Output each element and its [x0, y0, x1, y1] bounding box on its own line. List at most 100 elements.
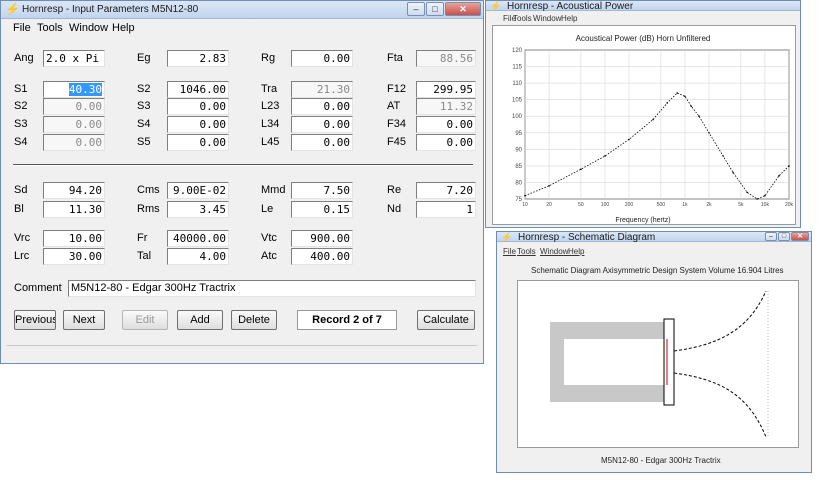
param-field[interactable]: 0.00 — [167, 98, 229, 115]
param-field[interactable]: 0.00 — [291, 98, 353, 115]
data-point — [732, 171, 734, 174]
throat-chamber — [564, 339, 666, 385]
param-field[interactable]: 0.00 — [416, 116, 476, 133]
comment-field[interactable]: M5N12-80 - Edgar 300Hz Tractrix — [68, 280, 476, 297]
param-field[interactable]: 400.00 — [291, 248, 353, 265]
calculate-button[interactable]: Calculate — [417, 310, 475, 330]
y-tick-label: 95 — [515, 131, 522, 137]
edit-button[interactable]: Edit — [122, 310, 168, 330]
data-point — [698, 115, 700, 118]
series-line — [524, 92, 790, 200]
schematic-footer: M5N12-80 - Edgar 300Hz Tractrix — [601, 456, 721, 465]
param-field[interactable]: 7.50 — [291, 182, 353, 199]
param-field[interactable]: 7.20 — [416, 182, 476, 199]
y-tick-label: 85 — [515, 164, 522, 170]
param-label: Atc — [261, 250, 277, 262]
y-tick-label: 110 — [512, 81, 522, 87]
param-field[interactable]: 0.00 — [43, 116, 105, 133]
param-field[interactable]: 4.00 — [167, 248, 229, 265]
param-field[interactable]: 21.30 — [291, 81, 353, 98]
y-tick-label: 120 — [512, 48, 523, 54]
param-label: Eg — [137, 52, 151, 64]
param-field[interactable]: 10.00 — [43, 230, 105, 247]
param-field[interactable]: 9.00E-02 — [167, 182, 229, 199]
menu-tools[interactable]: Tools — [517, 247, 536, 256]
param-field[interactable]: 11.30 — [43, 201, 105, 218]
param-label: Sd — [14, 184, 28, 196]
schematic-window-titlebar[interactable]: ⚡ Hornresp - Schematic Diagram – □ ✕ — [497, 232, 811, 243]
minimize-button[interactable]: – — [407, 2, 425, 16]
param-label: Rg — [261, 52, 276, 64]
param-field[interactable]: 900.00 — [291, 230, 353, 247]
minimize-button[interactable]: – — [765, 232, 777, 241]
schematic-menubar: File Tools Window Help — [497, 246, 811, 258]
param-field[interactable]: 1 — [416, 201, 476, 218]
data-point — [666, 102, 669, 104]
param-label: S2 — [137, 83, 151, 95]
acoustical-power-chart: Acoustical Power (dB) Horn Unfiltered Fr… — [512, 34, 794, 224]
param-field[interactable]: 0.00 — [43, 134, 105, 151]
param-label: Ang — [14, 52, 34, 64]
previous-button[interactable]: Previous — [14, 310, 56, 330]
input-window-titlebar[interactable]: ⚡ Hornresp - Input Parameters M5N12-80 –… — [1, 1, 483, 19]
param-field[interactable]: 2.0 x Pi — [43, 50, 105, 67]
param-field[interactable]: 40.30 — [43, 81, 105, 98]
x-tick-label: 1k — [682, 202, 688, 208]
param-field[interactable]: 299.95 — [416, 81, 476, 98]
param-label: F34 — [387, 118, 406, 130]
param-label: Vrc — [14, 232, 31, 244]
close-button[interactable]: ✕ — [445, 2, 481, 16]
param-field[interactable]: 0.00 — [291, 116, 353, 133]
next-button[interactable]: Next — [63, 310, 105, 330]
maximize-button[interactable]: □ — [426, 2, 444, 16]
param-field[interactable]: 0.00 — [416, 134, 476, 151]
param-field[interactable]: 94.20 — [43, 182, 105, 199]
data-point — [548, 184, 550, 187]
delete-button[interactable]: Delete — [231, 310, 277, 330]
x-tick-label: 200 — [625, 202, 634, 208]
param-field[interactable]: 2.83 — [167, 50, 229, 67]
param-field[interactable]: 0.00 — [167, 116, 229, 133]
chart-window-title: Hornresp - Acoustical Power — [507, 1, 634, 12]
param-field[interactable]: 88.56 — [416, 50, 476, 67]
param-label: Fta — [387, 52, 403, 64]
close-button[interactable]: ✕ — [791, 232, 809, 241]
record-indicator: Record 2 of 7 — [297, 310, 397, 330]
acoustical-power-window: ⚡ Hornresp - Acoustical Power File Tools… — [485, 0, 801, 228]
param-label: Tra — [261, 83, 278, 95]
y-tick-label: 90 — [515, 147, 522, 153]
param-field[interactable]: 1046.00 — [167, 81, 229, 98]
param-label: Nd — [387, 203, 402, 215]
menu-tools[interactable]: Tools — [513, 14, 532, 23]
param-field[interactable]: 0.15 — [291, 201, 353, 218]
param-field[interactable]: 11.32 — [416, 98, 476, 115]
menu-window[interactable]: Window — [533, 14, 561, 23]
param-field[interactable]: 0.00 — [43, 98, 105, 115]
chart-menubar: File Tools Window Help — [486, 12, 800, 24]
param-field[interactable]: 0.00 — [167, 134, 229, 151]
x-tick-label: 50 — [578, 202, 584, 208]
horn-upper-flare — [673, 290, 767, 352]
add-button[interactable]: Add — [177, 310, 223, 330]
param-field[interactable]: 0.00 — [291, 50, 353, 67]
input-window-title: Hornresp - Input Parameters M5N12-80 — [22, 4, 199, 15]
menu-tools[interactable]: Tools — [37, 22, 63, 34]
menu-help[interactable]: Help — [112, 22, 135, 34]
param-field[interactable]: 0.00 — [291, 134, 353, 151]
menu-help[interactable]: Help — [561, 14, 577, 23]
param-field[interactable]: 3.45 — [167, 201, 229, 218]
chart-window-titlebar[interactable]: ⚡ Hornresp - Acoustical Power — [486, 1, 800, 12]
x-tick-label: 2k — [706, 202, 712, 208]
menu-help[interactable]: Help — [568, 247, 584, 256]
maximize-button[interactable]: □ — [778, 232, 790, 241]
menu-file[interactable]: File — [13, 22, 31, 34]
menu-window[interactable]: Window — [69, 22, 108, 34]
param-label: Mmd — [261, 184, 286, 196]
param-label: S2 — [14, 100, 28, 112]
menu-window[interactable]: Window — [540, 247, 568, 256]
param-field[interactable]: 40000.00 — [167, 230, 229, 247]
param-field[interactable]: 30.00 — [43, 248, 105, 265]
data-point — [628, 138, 630, 141]
param-label: S4 — [14, 136, 28, 148]
menu-file[interactable]: File — [503, 247, 516, 256]
